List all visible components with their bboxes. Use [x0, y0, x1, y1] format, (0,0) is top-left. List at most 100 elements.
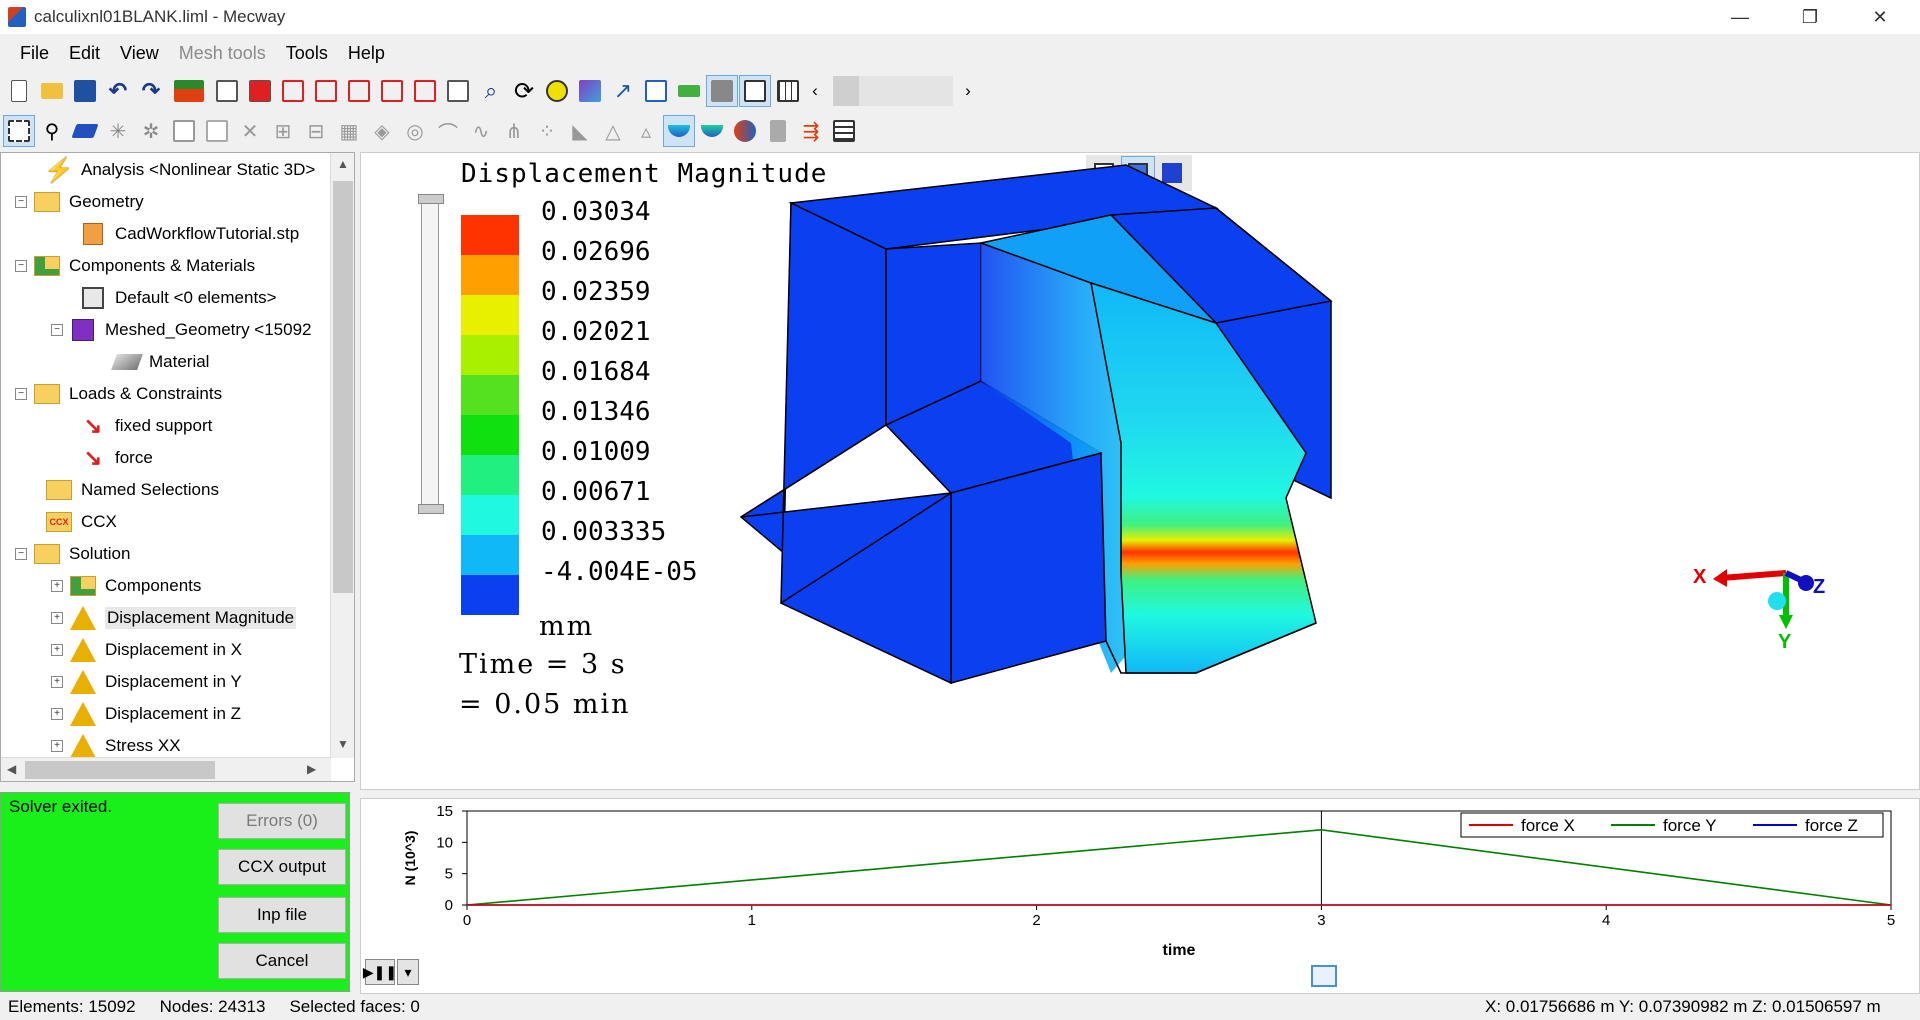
animate-icon[interactable] [730, 116, 760, 146]
tree-item-fixed-support[interactable]: ↘ fixed support [79, 411, 213, 441]
zoom-box-icon[interactable] [443, 76, 473, 106]
new-file-icon[interactable] [4, 76, 34, 106]
cube-face-2-icon[interactable] [311, 76, 341, 106]
select-face-icon[interactable] [70, 116, 100, 146]
save-icon[interactable] [70, 76, 100, 106]
square-icon[interactable] [169, 116, 199, 146]
points-icon[interactable]: ⁘ [532, 116, 562, 146]
select-node-icon[interactable]: ⚲ [37, 116, 67, 146]
explode-icon[interactable]: ✳ [103, 116, 133, 146]
restore-button[interactable]: ❐ [1780, 0, 1840, 34]
shaded-view-icon[interactable] [706, 75, 738, 107]
tree-item-force[interactable]: ↘ force [79, 443, 153, 473]
toolbar-scroll-right-icon[interactable]: › [959, 76, 977, 106]
tree-item-geometry[interactable]: − Geometry [15, 187, 144, 217]
menu-tools[interactable]: Tools [276, 43, 338, 64]
scroll-down-icon[interactable]: ▼ [337, 737, 349, 751]
tree-item-solution-components[interactable]: + Components [51, 571, 201, 601]
pan-icon[interactable] [542, 76, 572, 106]
delete-icon[interactable]: ✕ [235, 116, 265, 146]
zoom-icon[interactable]: ⌕ [476, 76, 506, 106]
ccx-output-button[interactable]: CCX output [218, 849, 346, 885]
scroll-left-icon[interactable]: ◀ [7, 762, 16, 776]
wedge-icon[interactable]: ◣ [565, 116, 595, 146]
wireframe-cube-icon[interactable] [212, 76, 242, 106]
expand-toggle-icon[interactable]: + [51, 580, 63, 592]
paint-icon[interactable] [575, 76, 605, 106]
cube-face-4-icon[interactable] [377, 76, 407, 106]
inp-file-button[interactable]: Inp file [218, 897, 346, 933]
cube-face-5-icon[interactable] [410, 76, 440, 106]
tree-item-meshed-geometry[interactable]: − Meshed_Geometry <15092 [51, 315, 312, 345]
probe-icon[interactable] [763, 116, 793, 146]
refine-icon[interactable]: ▦ [334, 116, 364, 146]
expand-toggle-icon[interactable]: + [51, 708, 63, 720]
green-plate-icon[interactable] [674, 76, 704, 106]
scroll-up-icon[interactable]: ▲ [337, 157, 349, 171]
select-arrow-icon[interactable]: ↗ [608, 76, 638, 106]
expand-toggle-icon[interactable]: + [51, 740, 63, 752]
tree-item-named-selections[interactable]: Named Selections [45, 475, 219, 505]
menu-help[interactable]: Help [338, 43, 395, 64]
menu-mesh-tools[interactable]: Mesh tools [169, 43, 276, 64]
load-history-chart[interactable]: 0 1 2 3 4 5 0 5 10 15 time N (10^3) force X force Y fo… [361, 799, 1917, 991]
minimize-button[interactable]: — [1710, 0, 1770, 34]
playback-dropdown-icon[interactable]: ▾ [397, 959, 419, 985]
expand-toggle-icon[interactable]: + [51, 676, 63, 688]
tree-item-displacement-magnitude[interactable]: + Displacement Magnitude [51, 603, 297, 633]
expand-toggle-icon[interactable]: + [51, 612, 63, 624]
play-pause-icon[interactable]: ▶❚❚ [363, 959, 397, 985]
toolbar-scrollbar[interactable] [833, 76, 953, 106]
tree-item-analysis[interactable]: ⚡ Analysis <Nonlinear Static 3D> [44, 155, 315, 185]
split-icon[interactable]: ✲ [136, 116, 166, 146]
cube-face-1-icon[interactable] [278, 76, 308, 106]
tetra-mesh-icon[interactable]: △ [598, 116, 628, 146]
time-cursor-handle[interactable] [1311, 965, 1337, 987]
scroll-right-icon[interactable]: ▶ [307, 762, 316, 776]
tree-item-step-file[interactable]: CadWorkflowTutorial.stp [79, 219, 299, 249]
rotate-icon[interactable]: ⟳ [509, 76, 539, 106]
triangle-outline-icon[interactable]: ▵ [631, 116, 661, 146]
expand-toggle-icon[interactable]: + [51, 644, 63, 656]
tree-split-icon[interactable]: ⋔ [499, 116, 529, 146]
open-folder-icon[interactable] [37, 76, 67, 106]
extrude-icon[interactable]: ⊞ [268, 116, 298, 146]
tree-item-displacement-x[interactable]: + Displacement in X [51, 635, 242, 665]
tree-item-components-materials[interactable]: − Components & Materials [15, 251, 255, 281]
model-viewport[interactable]: Displacement Magnitude 0.03034 0.02696 0… [360, 152, 1920, 790]
collapse-toggle-icon[interactable]: − [15, 388, 27, 400]
collapse-toggle-icon[interactable]: − [51, 324, 63, 336]
contour-bowl-icon[interactable] [663, 115, 695, 147]
tree-horizontal-scrollbar[interactable]: ◀ ▶ [1, 757, 331, 781]
tree-item-loads-constraints[interactable]: − Loads & Constraints [15, 379, 222, 409]
mesh-view-icon[interactable] [773, 76, 803, 106]
revolve-icon[interactable]: ◎ [400, 116, 430, 146]
measure-icon[interactable] [641, 76, 671, 106]
tree-item-displacement-y[interactable]: + Displacement in Y [51, 667, 242, 697]
redo-icon[interactable]: ↷ [136, 76, 166, 106]
tree-item-ccx[interactable]: CCX CCX [45, 507, 117, 537]
merge-icon[interactable]: ◈ [367, 116, 397, 146]
select-box-icon[interactable] [3, 115, 35, 147]
bend-icon[interactable]: ⌒ [433, 116, 463, 146]
menu-edit[interactable]: Edit [59, 43, 110, 64]
cube-face-3-icon[interactable] [344, 76, 374, 106]
deformed-bowl-icon[interactable] [697, 116, 727, 146]
twist-icon[interactable]: ∿ [466, 116, 496, 146]
collapse-toggle-icon[interactable]: − [15, 196, 27, 208]
edges-view-icon[interactable] [739, 75, 771, 107]
tree-item-solution[interactable]: − Solution [15, 539, 130, 569]
table-icon[interactable] [829, 116, 859, 146]
collapse-toggle-icon[interactable]: − [15, 548, 27, 560]
toolbar-scroll-left-icon[interactable]: ‹ [806, 76, 824, 106]
menu-file[interactable]: File [10, 43, 59, 64]
fea-contour-model[interactable] [361, 153, 1920, 790]
cancel-button[interactable]: Cancel [218, 943, 346, 979]
tree-vertical-scrollbar[interactable]: ▲ ▼ [330, 153, 354, 758]
solid-cube-red-icon[interactable] [245, 76, 275, 106]
undo-icon[interactable]: ↶ [103, 76, 133, 106]
errors-button[interactable]: Errors (0) [218, 803, 346, 839]
tree-item-displacement-z[interactable]: + Displacement in Z [51, 699, 241, 729]
tree-item-material[interactable]: Material [111, 347, 209, 377]
cube-outline-icon[interactable] [202, 116, 232, 146]
